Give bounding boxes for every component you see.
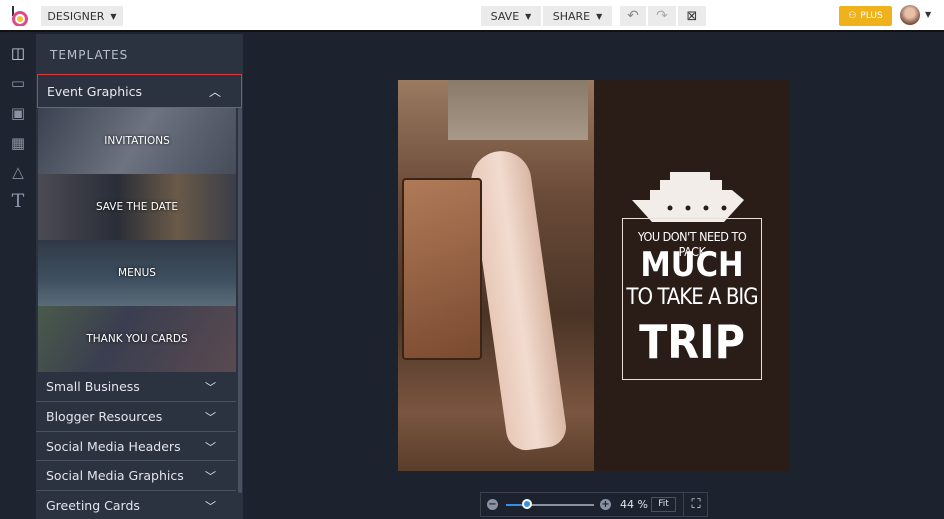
template-invitations[interactable]: INVITATIONS bbox=[38, 108, 236, 174]
quote-panel: YOU DON'T NEED TO PACK MUCH TO TAKE A BI… bbox=[594, 80, 789, 471]
panel-scrollbar[interactable] bbox=[238, 108, 242, 493]
category-event-graphics[interactable]: Event Graphics ︿ bbox=[37, 74, 242, 108]
zoom-in-icon[interactable]: + bbox=[600, 499, 611, 510]
zoom-out-icon[interactable]: − bbox=[487, 499, 498, 510]
chevron-up-icon: ︿ bbox=[208, 85, 221, 99]
cruise-ship-icon bbox=[632, 172, 744, 222]
save-label: SAVE bbox=[490, 9, 520, 23]
template-thank-you-cards[interactable]: THANK YOU CARDS bbox=[38, 306, 236, 372]
category-social-media-headers[interactable]: Social Media Headers ﹀ bbox=[36, 431, 236, 460]
chevron-down-icon: ﹀ bbox=[205, 500, 216, 513]
category-greeting-cards[interactable]: Greeting Cards ﹀ bbox=[36, 490, 236, 519]
category-label: Greeting Cards bbox=[46, 497, 140, 513]
category-small-business[interactable]: Small Business ﹀ bbox=[36, 372, 236, 401]
zoom-percent: 44 % bbox=[620, 498, 648, 511]
caret-down-icon: ▼ bbox=[525, 11, 532, 21]
folder-icon[interactable]: ▭ bbox=[9, 74, 27, 92]
zoom-slider[interactable] bbox=[506, 504, 594, 506]
subcategory-label: THANK YOU CARDS bbox=[86, 333, 188, 345]
subcategory-label: SAVE THE DATE bbox=[95, 201, 179, 213]
zoom-controls: − + 44 % Fit ⛶ bbox=[480, 492, 708, 517]
chevron-down-icon: ﹀ bbox=[205, 441, 216, 454]
plus-upgrade-button[interactable]: ⚇ PLUS bbox=[839, 6, 892, 26]
fit-button[interactable]: Fit bbox=[651, 497, 676, 512]
suitcase-image bbox=[402, 178, 482, 360]
template-menus[interactable]: MENUS bbox=[38, 240, 236, 306]
quote-frame: YOU DON'T NEED TO PACK MUCH TO TAKE A BI… bbox=[622, 218, 762, 380]
category-label: Blogger Resources bbox=[46, 408, 163, 424]
category-social-media-graphics[interactable]: Social Media Graphics ﹀ bbox=[36, 460, 236, 489]
avatar[interactable] bbox=[900, 5, 920, 25]
quote-line-4: TRIP bbox=[639, 315, 745, 369]
close-document-icon[interactable]: ⊠ bbox=[678, 6, 706, 26]
grid-icon[interactable]: ▦ bbox=[9, 134, 27, 152]
panel-title: TEMPLATES bbox=[50, 48, 129, 62]
share-button[interactable]: SHARE ▼ bbox=[543, 6, 612, 26]
caret-down-icon: ▼ bbox=[110, 11, 117, 21]
subcategory-label: MENUS bbox=[118, 267, 156, 279]
designer-mode-dropdown[interactable]: DESIGNER ▼ bbox=[41, 6, 123, 26]
triangle-icon[interactable]: △ bbox=[9, 163, 27, 181]
image-icon[interactable]: ▣ bbox=[9, 104, 27, 122]
redo-icon[interactable]: ↷ bbox=[648, 6, 676, 26]
quote-line-3: TO TAKE A BIG bbox=[626, 285, 758, 310]
fullscreen-icon[interactable]: ⛶ bbox=[683, 493, 708, 516]
template-save-the-date[interactable]: SAVE THE DATE bbox=[38, 174, 236, 240]
subcategory-label: INVITATIONS bbox=[104, 135, 170, 147]
templates-icon[interactable]: ◫ bbox=[9, 44, 27, 62]
chevron-down-icon: ﹀ bbox=[205, 470, 216, 483]
text-icon[interactable]: T bbox=[9, 192, 27, 211]
zoom-slider-handle[interactable] bbox=[522, 499, 532, 509]
templates-panel: TEMPLATES INVITATIONS SAVE THE DATE MENU… bbox=[36, 34, 243, 519]
logo-icon[interactable] bbox=[10, 6, 28, 26]
travel-photo bbox=[398, 80, 594, 471]
undo-icon[interactable]: ↶ bbox=[620, 6, 646, 26]
category-label: Event Graphics bbox=[47, 83, 142, 99]
tool-rail: ◫ ▭ ▣ ▦ △ T bbox=[0, 34, 36, 519]
chevron-down-icon: ﹀ bbox=[205, 381, 216, 394]
category-label: Social Media Graphics bbox=[46, 467, 184, 483]
design-canvas[interactable]: YOU DON'T NEED TO PACK MUCH TO TAKE A BI… bbox=[398, 80, 789, 471]
save-button[interactable]: SAVE ▼ bbox=[481, 6, 541, 26]
category-label: Social Media Headers bbox=[46, 438, 181, 454]
category-blogger-resources[interactable]: Blogger Resources ﹀ bbox=[36, 401, 236, 430]
chevron-down-icon: ﹀ bbox=[205, 411, 216, 424]
account-caret-icon[interactable]: ▼ bbox=[925, 10, 931, 19]
top-toolbar: DESIGNER ▼ SAVE ▼ SHARE ▼ ↶ ↷ ⊠ ⚇ PLUS ▼ bbox=[0, 0, 944, 32]
badge-icon: ⚇ bbox=[848, 11, 857, 21]
quote-line-2: MUCH bbox=[640, 245, 744, 285]
designer-label: DESIGNER bbox=[47, 9, 105, 23]
plus-label: PLUS bbox=[860, 11, 883, 21]
share-label: SHARE bbox=[552, 9, 591, 23]
category-label: Small Business bbox=[46, 379, 140, 394]
caret-down-icon: ▼ bbox=[596, 11, 603, 21]
